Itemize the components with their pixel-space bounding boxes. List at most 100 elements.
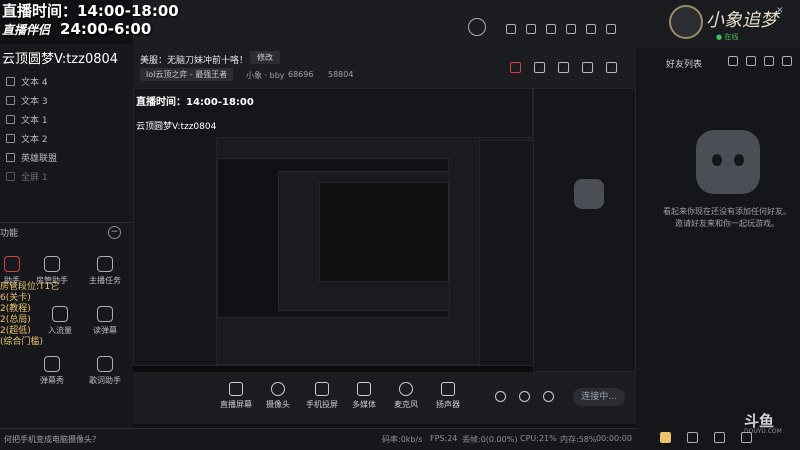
nested-capture-2: [216, 137, 535, 366]
source-label: 文本 3: [21, 96, 48, 107]
room-title: 美服：无脑刀妹冲前十咯！: [140, 56, 249, 66]
list-icon[interactable]: [764, 56, 774, 66]
source-item[interactable]: 全屏 1: [6, 169, 48, 183]
share-icon[interactable]: [606, 62, 617, 73]
stream-id-text: 云顶圆梦V:tzz0804: [2, 52, 119, 67]
toolbar-label: 摄像头: [266, 400, 290, 409]
source-item[interactable]: 文本 3: [6, 93, 48, 107]
tools-title: 功能: [0, 229, 19, 239]
expand-icon[interactable]: [741, 432, 752, 443]
tool-lyrics[interactable]: 歌词助手: [85, 356, 125, 386]
source-label: 全屏 1: [21, 172, 48, 183]
preview-header: 美服：无脑刀妹冲前十咯！ 修改 lol云顶之弈 - 最强王者 小象 · bby …: [133, 0, 636, 88]
toolbar-label: 手机投屏: [306, 400, 338, 409]
text-source-icon: [6, 114, 15, 124]
empty-mascot-icon: [696, 130, 760, 194]
tool-label: 主播任务: [89, 276, 121, 285]
schedule-overlay: 直播时间：14:00-18:00 直播伴侣 24:00-6:00: [2, 2, 179, 39]
schedule-line-2: 直播伴侣 24:00-6:00: [2, 20, 179, 39]
left-panel: 云顶圆梦V:tzz0804 文本 4 文本 3 文本 1 文本 2 英雄联盟 全…: [0, 44, 133, 428]
lyrics-icon: [97, 356, 113, 372]
danmaku-show-icon: [44, 356, 60, 372]
friends-list-title: 好友列表: [666, 60, 703, 70]
edit-title-button[interactable]: 修改: [250, 51, 280, 64]
tool-label: 弹幕秀: [40, 376, 64, 385]
add-friend-icon[interactable]: [728, 56, 738, 66]
settings-gear-icon[interactable]: [543, 391, 554, 402]
rank-overlay-text: 房管段位:T1它 6(关卡) 2(教程) 2(总局) 2(超低) (综合门槛): [0, 282, 60, 347]
cpu-stat: CPU:21%: [520, 434, 557, 443]
stream-preview[interactable]: 直播时间：14:00-18:00 云顶圆梦V:tzz0804: [133, 88, 636, 372]
divider: [0, 222, 133, 223]
camera-icon: [271, 382, 285, 396]
speaker-button[interactable]: 扬声器: [425, 382, 471, 410]
source-item[interactable]: 文本 2: [6, 131, 48, 145]
start-live-button[interactable]: 连接中...: [573, 388, 625, 406]
nested-capture: 直播时间：14:00-18:00 云顶圆梦V:tzz0804: [133, 88, 636, 372]
record-icon[interactable]: [495, 391, 506, 402]
schedule-line-2-time: 24:00-6:00: [60, 20, 152, 38]
category-selector[interactable]: lol云顶之弈 - 最强王者: [140, 68, 234, 81]
collapse-icon[interactable]: −: [108, 226, 121, 239]
eye-icon[interactable]: [519, 391, 530, 402]
camera-button[interactable]: 摄像头: [255, 382, 301, 410]
maximize-icon[interactable]: [586, 24, 596, 34]
source-item[interactable]: 英雄联盟: [6, 150, 57, 164]
microphone-button[interactable]: 麦克风: [383, 382, 429, 410]
source-item[interactable]: 文本 1: [6, 112, 48, 126]
toolbar-label: 麦克风: [394, 400, 418, 409]
screen-capture-button[interactable]: 直播屏幕: [213, 382, 259, 410]
avatar[interactable]: [669, 5, 703, 39]
mail-icon[interactable]: [526, 24, 536, 34]
admin-icon: [44, 256, 60, 272]
online-status: ● 在线: [716, 33, 739, 41]
owner-name: 小象 · bby: [246, 71, 285, 80]
layout-icon[interactable]: [558, 62, 569, 73]
mascot-eye: [712, 154, 722, 166]
close-icon[interactable]: [606, 24, 616, 34]
menu-icon[interactable]: [546, 24, 556, 34]
mascot-eye: [734, 154, 744, 166]
nested-capture-5: [319, 182, 449, 282]
tool-host-tasks[interactable]: 主播任务: [85, 256, 125, 286]
nested-capture-3: [217, 158, 450, 318]
room-number: 68696: [288, 70, 314, 79]
titlebar-icons: [506, 24, 616, 34]
source-label: 文本 2: [21, 134, 48, 145]
toolbar-label: 直播屏幕: [220, 400, 252, 409]
nested-mascot: [574, 179, 604, 209]
bottom-toolbar: 直播屏幕 摄像头 手机投屏 多媒体 麦克风 扬声器 连接中...: [133, 372, 636, 424]
window-close-icon[interactable]: ✕: [776, 6, 784, 16]
lock-icon[interactable]: [534, 62, 545, 73]
minimize-icon[interactable]: [566, 24, 576, 34]
bell-icon[interactable]: [582, 62, 593, 73]
app-logo-icon: [468, 18, 486, 36]
mic-icon[interactable]: [714, 432, 725, 443]
tool-label: 歌词助手: [89, 376, 121, 385]
folder-icon[interactable]: [746, 56, 756, 66]
media-button[interactable]: 多媒体: [341, 382, 387, 410]
notification-icon[interactable]: [687, 432, 698, 443]
text-source-icon: [6, 76, 15, 86]
right-bottom-actions: [660, 432, 752, 443]
phone-cast-button[interactable]: 手机投屏: [299, 382, 345, 410]
nested-overlay: 直播时间：14:00-18:00: [136, 97, 254, 108]
text-source-icon: [6, 133, 15, 143]
status-bar: 何把手机变成电脑摄像头？ 码率:0kb/s FPS:24 丢帧:0(0.00%)…: [0, 428, 636, 450]
schedule-line-1: 直播时间：14:00-18:00: [2, 2, 179, 20]
source-label: 英雄联盟: [21, 153, 58, 164]
gift-icon[interactable]: [510, 62, 521, 73]
help-link[interactable]: 何把手机变成电脑摄像头？: [4, 434, 100, 445]
message-icon[interactable]: [506, 24, 516, 34]
source-item[interactable]: 文本 4: [6, 74, 48, 88]
search-icon[interactable]: [782, 56, 792, 66]
right-panel: 小象追梦 ● 在线 ✕ 好友列表 看起来你现在还没有添加任何好友。邀请好友来和你…: [636, 0, 800, 450]
fans-count: 58804: [328, 70, 354, 79]
friends-actions: [728, 56, 792, 66]
fps-stat: FPS:24: [430, 434, 458, 443]
chat-icon[interactable]: [660, 432, 671, 443]
tool-danmaku-show[interactable]: 弹幕秀: [32, 356, 72, 386]
brand-text: 直播伴侣: [2, 23, 51, 37]
source-label: 文本 4: [21, 77, 48, 88]
tool-read-danmaku[interactable]: 读弹幕: [85, 306, 125, 336]
